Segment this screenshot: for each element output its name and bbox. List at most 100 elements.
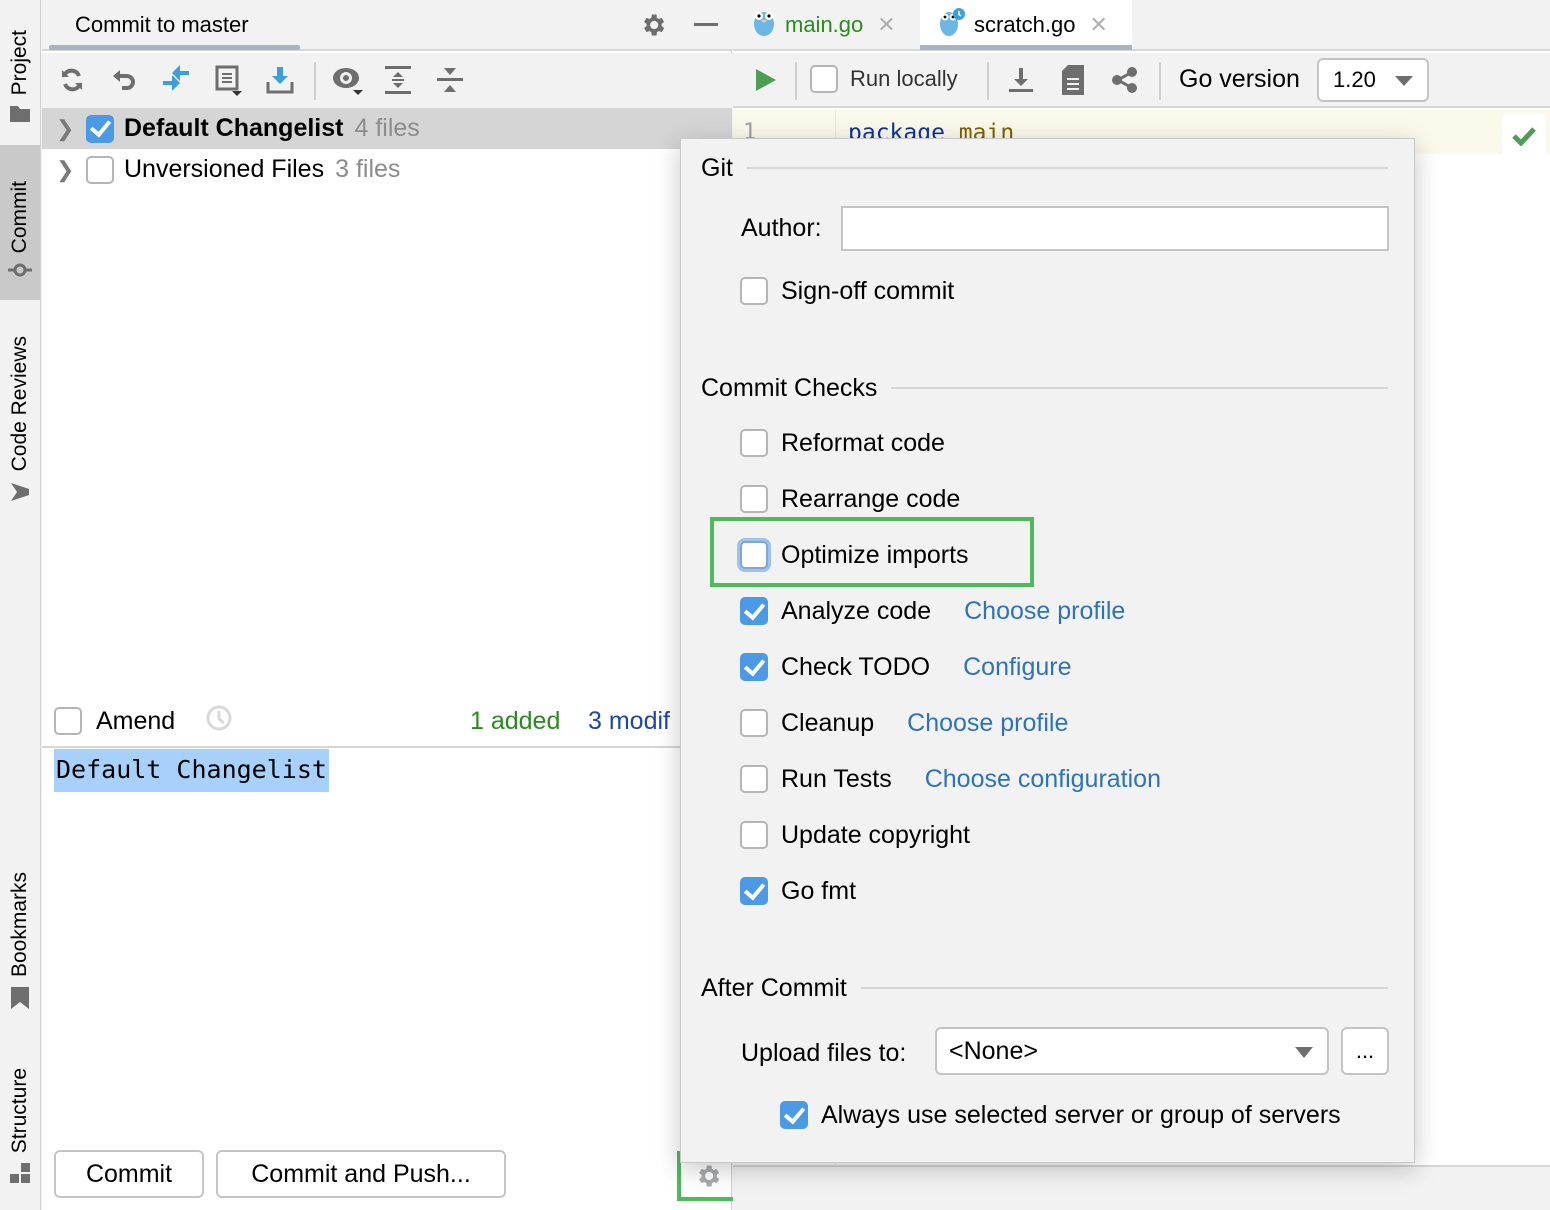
document-icon[interactable] bbox=[1056, 63, 1090, 97]
checkbox[interactable] bbox=[740, 485, 768, 513]
tool-window-strip: Project Commit Code Reviews Bookmarks St… bbox=[0, 0, 41, 1210]
check-optimize-imports[interactable]: Optimize imports bbox=[740, 538, 969, 572]
check-todo[interactable]: Check TODO Configure bbox=[740, 650, 1072, 684]
sign-off-checkbox[interactable] bbox=[740, 277, 768, 305]
changelist-checkbox[interactable] bbox=[86, 114, 114, 143]
checkbox[interactable] bbox=[740, 821, 768, 849]
tab-scratch-go[interactable]: scratch.go ✕ bbox=[920, 0, 1132, 50]
gear-icon bbox=[698, 1165, 719, 1187]
checkbox[interactable] bbox=[740, 765, 768, 793]
check-cleanup[interactable]: Cleanup Choose profile bbox=[740, 706, 1068, 740]
run-locally-checkbox[interactable] bbox=[810, 65, 838, 93]
view-options-icon[interactable] bbox=[330, 63, 364, 97]
checkbox[interactable] bbox=[740, 597, 768, 625]
added-count: 1 added bbox=[470, 706, 561, 735]
commit-message-input[interactable]: Default Changelist bbox=[54, 749, 329, 792]
changelist-label: Unversioned Files bbox=[124, 155, 325, 183]
go-version-select[interactable]: 1.20 bbox=[1317, 58, 1429, 102]
choose-profile-link[interactable]: Choose profile bbox=[964, 597, 1125, 626]
tool-window-bookmarks[interactable]: Bookmarks bbox=[0, 858, 40, 1014]
code-reviews-icon bbox=[9, 481, 31, 508]
run-locally-label[interactable]: Run locally bbox=[850, 66, 958, 92]
choose-profile-link[interactable]: Choose profile bbox=[907, 709, 1068, 738]
section-title: Commit Checks bbox=[701, 373, 878, 402]
check-run-tests[interactable]: Run Tests Choose configuration bbox=[740, 762, 1161, 796]
run-icon[interactable] bbox=[748, 63, 782, 97]
panel-settings-gear-icon[interactable] bbox=[639, 11, 667, 44]
shelve-icon[interactable] bbox=[263, 63, 297, 97]
upload-target-select[interactable]: <None> bbox=[935, 1027, 1329, 1075]
check-analyze-code[interactable]: Analyze code Choose profile bbox=[740, 594, 1125, 628]
go-version-value: 1.20 bbox=[1333, 67, 1376, 92]
toolbar-separator bbox=[1159, 62, 1161, 100]
section-divider bbox=[860, 987, 1388, 989]
commit-panel-title[interactable]: Commit to master bbox=[75, 12, 249, 38]
go-version-label: Go version bbox=[1179, 65, 1300, 93]
tool-window-code-reviews[interactable]: Code Reviews bbox=[0, 318, 40, 508]
commit-options-popup: Git Author: Sign-off commit Commit Check… bbox=[680, 138, 1415, 1163]
commit-panel-header: Commit to master bbox=[42, 0, 732, 51]
check-reformat-code[interactable]: Reformat code bbox=[740, 426, 945, 460]
author-input[interactable] bbox=[841, 206, 1389, 251]
choose-configuration-link[interactable]: Choose configuration bbox=[925, 765, 1161, 794]
author-label: Author: bbox=[741, 214, 822, 242]
amend-row: Amend 1 added 3 modif bbox=[42, 697, 732, 745]
modified-count: 3 modif bbox=[588, 706, 670, 735]
option-label: Analyze code bbox=[781, 596, 932, 625]
rollback-icon[interactable] bbox=[107, 63, 141, 97]
upload-target-value: <None> bbox=[949, 1036, 1038, 1065]
amend-checkbox[interactable] bbox=[54, 707, 82, 735]
always-use-server-option[interactable]: Always use selected server or group of s… bbox=[780, 1098, 1341, 1132]
diff-icon[interactable] bbox=[159, 63, 193, 97]
close-tab-icon[interactable]: ✕ bbox=[1090, 12, 1108, 38]
changelist-row-unversioned[interactable]: ❯ Unversioned Files 3 files bbox=[42, 149, 732, 190]
changelist-row-default[interactable]: ❯ Default Changelist 4 files bbox=[42, 108, 732, 149]
checkbox[interactable] bbox=[740, 429, 768, 457]
option-label: Go fmt bbox=[781, 876, 857, 905]
check-rearrange-code[interactable]: Rearrange code bbox=[740, 482, 960, 516]
tool-window-commit[interactable]: Commit bbox=[0, 145, 40, 300]
share-icon[interactable] bbox=[1108, 63, 1142, 97]
upload-configure-button[interactable]: ... bbox=[1341, 1027, 1389, 1075]
check-update-copyright[interactable]: Update copyright bbox=[740, 818, 970, 852]
commit-message-history-icon[interactable] bbox=[205, 704, 233, 739]
inspection-ok-icon[interactable] bbox=[1502, 114, 1546, 158]
tool-window-structure[interactable]: Structure bbox=[0, 1052, 40, 1188]
option-label: Check TODO bbox=[781, 652, 931, 681]
section-title: Git bbox=[701, 153, 733, 182]
expand-all-icon[interactable] bbox=[381, 63, 415, 97]
checkbox[interactable] bbox=[740, 709, 768, 737]
changelist-checkbox[interactable] bbox=[86, 155, 114, 184]
tab-main-go[interactable]: main.go ✕ bbox=[751, 0, 896, 50]
close-tab-icon[interactable]: ✕ bbox=[877, 12, 895, 38]
tool-window-label: Bookmarks bbox=[8, 871, 31, 977]
active-tab-underline bbox=[49, 45, 300, 50]
download-icon[interactable] bbox=[1004, 63, 1038, 97]
minimize-icon[interactable] bbox=[694, 23, 718, 26]
option-label: Reformat code bbox=[781, 428, 945, 457]
section-divider bbox=[746, 167, 1388, 169]
option-label: Rearrange code bbox=[781, 484, 961, 513]
check-go-fmt[interactable]: Go fmt bbox=[740, 874, 856, 908]
option-label: Sign-off commit bbox=[781, 276, 955, 305]
option-label: Run Tests bbox=[781, 764, 892, 793]
file-count: 3 files bbox=[335, 155, 401, 183]
refresh-icon[interactable] bbox=[55, 63, 89, 97]
section-commit-checks: Commit Checks bbox=[701, 373, 1388, 403]
dropdown-arrow-icon bbox=[1295, 1047, 1313, 1058]
chevron-right-icon[interactable]: ❯ bbox=[42, 157, 86, 183]
collapse-all-icon[interactable] bbox=[433, 63, 467, 97]
checkbox[interactable] bbox=[780, 1101, 808, 1129]
changelist-icon[interactable] bbox=[212, 63, 246, 97]
checkbox[interactable] bbox=[740, 541, 768, 569]
checkbox[interactable] bbox=[740, 877, 768, 905]
configure-link[interactable]: Configure bbox=[963, 653, 1071, 682]
amend-label[interactable]: Amend bbox=[96, 707, 175, 736]
tool-window-project[interactable]: Project bbox=[0, 8, 40, 128]
chevron-right-icon[interactable]: ❯ bbox=[42, 116, 86, 142]
toolbar-separator bbox=[987, 62, 989, 100]
commit-and-push-button[interactable]: Commit and Push... bbox=[216, 1150, 506, 1198]
commit-button[interactable]: Commit bbox=[54, 1150, 204, 1198]
checkbox[interactable] bbox=[740, 653, 768, 681]
sign-off-option[interactable]: Sign-off commit bbox=[740, 274, 954, 308]
